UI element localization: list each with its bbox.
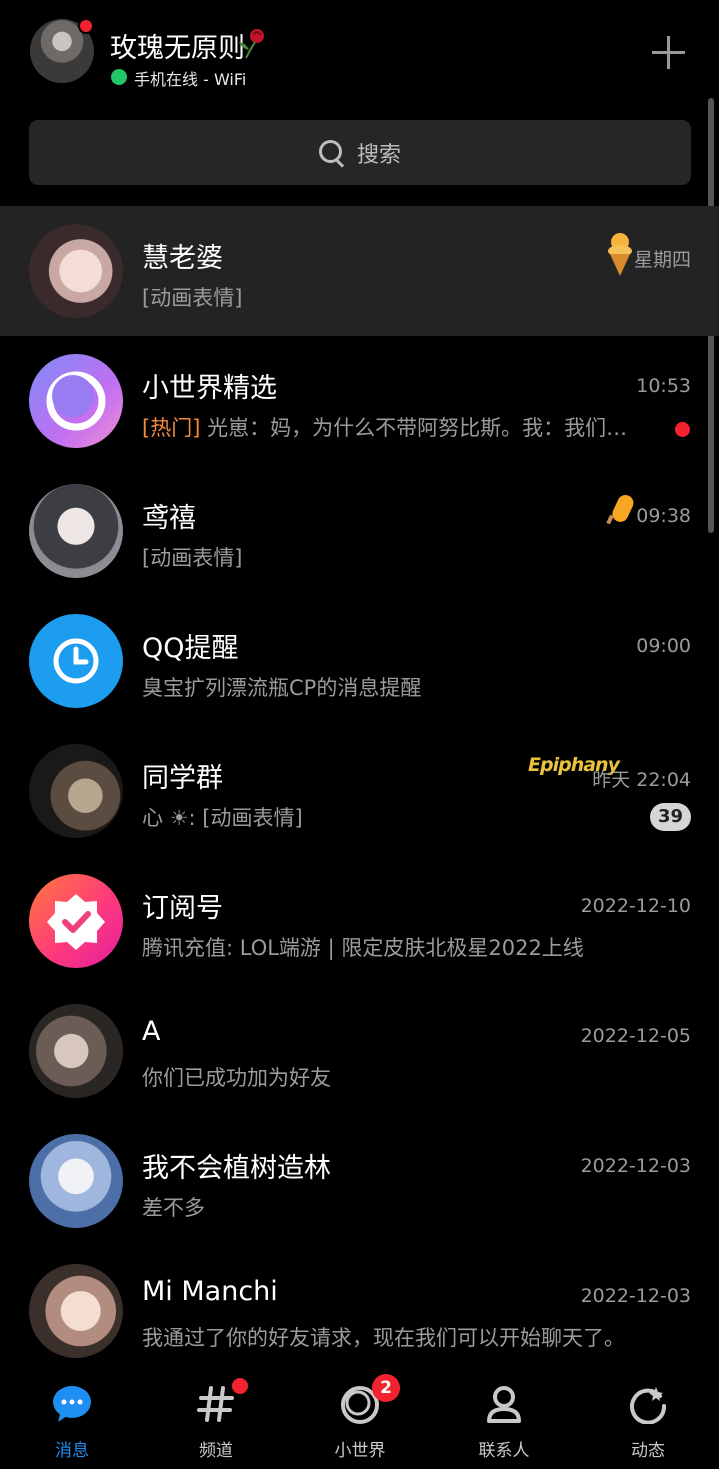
verified-badge-icon: [47, 894, 105, 950]
unread-count-badge: 39: [649, 803, 691, 831]
conversation-title: A: [142, 1016, 161, 1047]
avatar: [29, 614, 123, 708]
conversation-row[interactable]: Mi Manchi 我通过了你的好友请求，现在我们可以开始聊天了。 2022-1…: [0, 1246, 719, 1376]
conversation-time: 2022-12-03: [580, 1155, 691, 1177]
avatar: [29, 1134, 123, 1228]
bottom-tab-bar: 消息 频道 2 小世界 联系人 动态: [0, 1370, 719, 1469]
search-placeholder: 搜索: [356, 142, 401, 168]
rose-icon: [239, 29, 264, 59]
conversation-row[interactable]: 小世界精选 [热门] 光崽：妈，为什么不带阿努比斯。我：我们是… 10:53: [0, 336, 719, 466]
avatar: [29, 874, 123, 968]
conversation-title: 我不会植树造林: [142, 1153, 331, 1184]
popsicle-icon: [606, 494, 634, 525]
conversation-title: 慧老婆: [142, 243, 223, 274]
conversation-row[interactable]: 我不会植树造林 差不多 2022-12-03: [0, 1116, 719, 1246]
conversation-row[interactable]: 慧老婆 [动画表情] 星期四: [0, 206, 719, 336]
conversation-preview: [动画表情]: [142, 286, 243, 310]
tab-contacts[interactable]: 联系人: [432, 1370, 576, 1469]
search-bar[interactable]: 搜索: [29, 120, 691, 185]
conversation-title: 订阅号: [142, 893, 223, 924]
hot-tag: [热门]: [142, 416, 201, 440]
online-status-icon: [111, 69, 127, 85]
conversation-time: 2022-12-10: [580, 895, 691, 917]
conversation-time: 09:38: [636, 505, 691, 527]
tab-small-world[interactable]: 2 小世界: [288, 1370, 432, 1469]
search-icon: [318, 139, 345, 166]
clock-icon: [53, 638, 99, 684]
conversation-row[interactable]: QQ提醒 臭宝扩列漂流瓶CP的消息提醒 09:00: [0, 596, 719, 726]
tab-label: 动态: [631, 1441, 665, 1461]
app-header: 玫瑰无原则 手机在线 - WiFi: [0, 0, 719, 110]
unread-dot: [675, 422, 690, 437]
chat-bubble-icon: [53, 1386, 91, 1422]
conversation-preview: [热门] 光崽：妈，为什么不带阿努比斯。我：我们是…: [142, 412, 632, 442]
conversation-title: 小世界精选: [142, 373, 277, 404]
avatar: [29, 224, 123, 318]
tab-badge: 2: [372, 1374, 400, 1402]
conversation-time: 星期四: [633, 249, 691, 271]
conversation-preview: 腾讯充值: LOL端游 | 限定皮肤北极星2022上线: [142, 936, 584, 960]
profile-notification-dot: [78, 18, 94, 34]
conversation-time: 10:53: [636, 375, 691, 397]
tab-messages[interactable]: 消息: [0, 1370, 144, 1469]
conversation-time: 2022-12-03: [580, 1285, 691, 1307]
conversation-row[interactable]: 同学群 心 ☀: [动画表情] Epiphany 昨天 22:04 39: [0, 726, 719, 856]
conversation-time: 2022-12-05: [580, 1025, 691, 1047]
tab-label: 小世界: [334, 1441, 386, 1461]
ice-cream-icon: [608, 233, 632, 276]
refresh-star-icon: [630, 1387, 667, 1424]
conversation-row[interactable]: 订阅号 腾讯充值: LOL端游 | 限定皮肤北极星2022上线 2022-12-…: [0, 856, 719, 986]
conversation-title: 鸢禧: [142, 503, 196, 534]
add-button[interactable]: [650, 34, 688, 72]
avatar: [29, 1004, 123, 1098]
conversation-preview: 我通过了你的好友请求，现在我们可以开始聊天了。: [142, 1326, 625, 1350]
profile-name[interactable]: 玫瑰无原则: [110, 26, 245, 65]
conversation-title: QQ提醒: [142, 633, 239, 664]
tab-label: 频道: [199, 1441, 233, 1461]
conversation-time: 昨天 22:04: [592, 769, 691, 791]
conversation-time: 09:00: [636, 635, 691, 657]
conversation-row[interactable]: A 你们已成功加为好友 2022-12-05: [0, 986, 719, 1116]
conversation-preview: 臭宝扩列漂流瓶CP的消息提醒: [142, 676, 422, 700]
avatar: [29, 1264, 123, 1358]
tab-channels[interactable]: 频道: [144, 1370, 288, 1469]
conversation-row[interactable]: 鸢禧 [动画表情] 09:38: [0, 466, 719, 596]
tab-label: 消息: [55, 1441, 89, 1461]
avatar: [29, 484, 123, 578]
tab-label: 联系人: [478, 1441, 530, 1461]
conversation-preview: [动画表情]: [142, 546, 243, 570]
conversation-preview: 差不多: [142, 1196, 205, 1220]
hashtag-icon: [197, 1386, 234, 1422]
conversation-preview: 心 ☀: [动画表情]: [142, 806, 303, 830]
conversation-title: Mi Manchi: [142, 1276, 278, 1307]
crescent-icon: [46, 371, 106, 431]
preview-text: 光崽：妈，为什么不带阿努比斯。我：我们是…: [200, 416, 632, 440]
avatar: [29, 744, 123, 838]
conversation-preview: 你们已成功加为好友: [142, 1066, 331, 1090]
tab-notification-dot: [232, 1378, 248, 1394]
online-status[interactable]: 手机在线 - WiFi: [134, 66, 246, 90]
conversation-title: 同学群: [142, 763, 223, 794]
avatar: [29, 354, 123, 448]
conversation-list: 慧老婆 [动画表情] 星期四 小世界精选 [热门] 光崽：妈，为什么不带阿努比斯…: [0, 206, 719, 1376]
person-icon: [487, 1386, 521, 1423]
tab-moments[interactable]: 动态: [576, 1370, 719, 1469]
